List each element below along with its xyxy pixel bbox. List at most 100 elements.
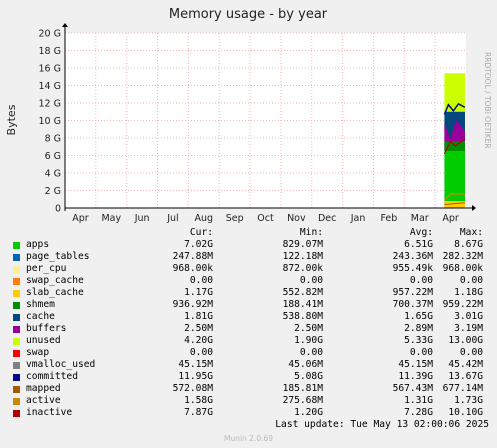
legend-cur: 45.15M	[178, 359, 213, 370]
legend-min: 552.82M	[282, 287, 323, 298]
x-tick-label: Jan	[350, 213, 366, 224]
legend-series-name: inactive	[26, 407, 73, 418]
legend-max: 10.10G	[448, 407, 483, 418]
x-tick-label: Feb	[380, 213, 397, 224]
legend-cur: 1.17G	[184, 287, 213, 298]
legend-min: 829.07M	[282, 239, 323, 250]
col-max-header: Max:	[459, 227, 483, 238]
apps-area	[444, 151, 465, 208]
x-tick-label: Nov	[287, 213, 306, 224]
munin-version: Munin 2.0.69	[223, 434, 274, 443]
legend-swatch	[13, 338, 20, 345]
legend-cur: 4.20G	[184, 335, 213, 346]
last-update: Last update: Tue May 13 02:00:06 2025	[275, 419, 489, 430]
legend-series-name: shmem	[26, 299, 55, 310]
legend-min: 872.00k	[282, 263, 323, 274]
legend: Cur: Min: Avg: Max: apps 7.02G 829.07M 6.51…	[13, 227, 489, 419]
y-tick-label: 20 G	[39, 29, 61, 40]
y-tick-label: 8 G	[45, 134, 61, 145]
legend-max: 45.42M	[448, 359, 483, 370]
legend-min: 188.41M	[282, 299, 323, 310]
legend-row-apps: apps 7.02G 829.07M 6.51G 8.67G	[13, 239, 489, 251]
col-min-header: Min:	[299, 227, 323, 238]
legend-min: 1.90G	[294, 335, 323, 346]
col-cur-header: Cur:	[189, 227, 213, 238]
x-tick-label: Mar	[411, 213, 429, 224]
legend-cur: 7.87G	[184, 407, 213, 418]
y-tick-label: 0	[55, 204, 61, 215]
y-tick-label: 18 G	[39, 46, 61, 57]
legend-swatch	[13, 326, 20, 333]
legend-max: 13.00G	[448, 335, 483, 346]
x-tick-label: Apr	[72, 213, 89, 224]
x-tick-label: May	[101, 213, 121, 224]
legend-min: 0.00	[299, 347, 323, 358]
legend-row-swap-cache: swap_cache 0.00 0.00 0.00 0.00	[13, 275, 489, 287]
legend-min: 45.06M	[288, 359, 323, 370]
legend-row-committed: committed 11.95G 5.08G 11.39G 13.67G	[13, 371, 489, 383]
y-tick-label: 4 G	[45, 169, 61, 180]
legend-row-shmem: shmem 936.92M 188.41M 700.37M 959.22M	[13, 299, 489, 311]
legend-max: 1.18G	[454, 287, 483, 298]
x-tick-label: Sep	[226, 213, 244, 224]
legend-swatch	[13, 314, 20, 321]
x-axis-arrow	[472, 205, 476, 211]
legend-max: 968.00k	[442, 263, 483, 274]
y-tick-label: 12 G	[39, 99, 61, 110]
legend-cur: 1.58G	[184, 395, 213, 406]
legend-row-unused: unused 4.20G 1.90G 5.33G 13.00G	[13, 335, 489, 347]
x-tick-label: Aug	[195, 213, 214, 224]
legend-max: 13.67G	[448, 371, 483, 382]
legend-max: 8.67G	[454, 239, 483, 250]
x-tick-label: Oct	[257, 213, 274, 224]
legend-min: 1.20G	[294, 407, 323, 418]
legend-min: 538.80M	[282, 311, 323, 322]
legend-header: Cur: Min: Avg: Max:	[13, 227, 489, 239]
legend-row-page-tables: page_tables 247.88M 122.18M 243.36M 282.32M	[13, 251, 489, 263]
y-tick-label: 14 G	[39, 81, 61, 92]
legend-min: 2.50M	[294, 323, 323, 334]
y-tick-label: 6 G	[45, 151, 61, 162]
legend-cur: 11.95G	[178, 371, 213, 382]
legend-swatch	[13, 410, 20, 417]
x-tick-label: Dec	[318, 213, 336, 224]
legend-max: 282.32M	[442, 251, 483, 262]
legend-min: 185.81M	[282, 383, 323, 394]
legend-max: 1.73G	[454, 395, 483, 406]
legend-swatch	[13, 374, 20, 381]
y-axis-label: Bytes	[5, 104, 18, 135]
legend-row-cache: cache 1.81G 538.80M 1.65G 3.01G	[13, 311, 489, 323]
legend-row-inactive: inactive 7.87G 1.20G 7.28G 10.10G	[13, 407, 489, 419]
legend-swatch	[13, 290, 20, 297]
legend-series-name: slab_cache	[26, 287, 84, 298]
legend-max: 959.22M	[442, 299, 483, 310]
legend-cur: 2.50M	[184, 323, 213, 334]
legend-series-name: page_tables	[26, 251, 90, 262]
legend-series-name: vmalloc_used	[26, 359, 96, 370]
x-tick-label: Jul	[166, 213, 178, 224]
chart-title: Memory usage - by year	[169, 7, 328, 22]
y-tick-label: 2 G	[45, 186, 61, 197]
y-tick-label: 16 G	[39, 64, 61, 75]
legend-swatch	[13, 242, 20, 249]
legend-swatch	[13, 266, 20, 273]
legend-cur: 0.00	[189, 275, 213, 286]
legend-cur: 247.88M	[172, 251, 213, 262]
legend-max: 677.14M	[442, 383, 483, 394]
legend-max: 3.19M	[454, 323, 483, 334]
y-tick-label: 10 G	[39, 116, 61, 127]
legend-row-vmalloc-used: vmalloc_used 45.15M 45.06M 45.15M 45.42M	[13, 359, 489, 371]
legend-swatch	[13, 254, 20, 261]
legend-max: 0.00	[459, 347, 483, 358]
legend-series-name: committed	[26, 371, 78, 382]
x-tick-label: Apr	[442, 213, 459, 224]
legend-min: 122.18M	[282, 251, 323, 262]
rrdtool-credit: RRDTOOL / TOBI OETIKER	[483, 52, 492, 149]
legend-series-name: mapped	[26, 383, 61, 394]
legend-cur: 936.92M	[172, 299, 213, 310]
legend-series-name: unused	[26, 335, 61, 346]
legend-row-buffers: buffers 2.50M 2.50M 2.89M 3.19M	[13, 323, 489, 335]
legend-min: 5.08G	[294, 371, 323, 382]
legend-row-active: active 1.58G 275.68M 1.31G 1.73G	[13, 395, 489, 407]
legend-row-per-cpu: per_cpu 968.00k 872.00k 955.49k 968.00k	[13, 263, 489, 275]
